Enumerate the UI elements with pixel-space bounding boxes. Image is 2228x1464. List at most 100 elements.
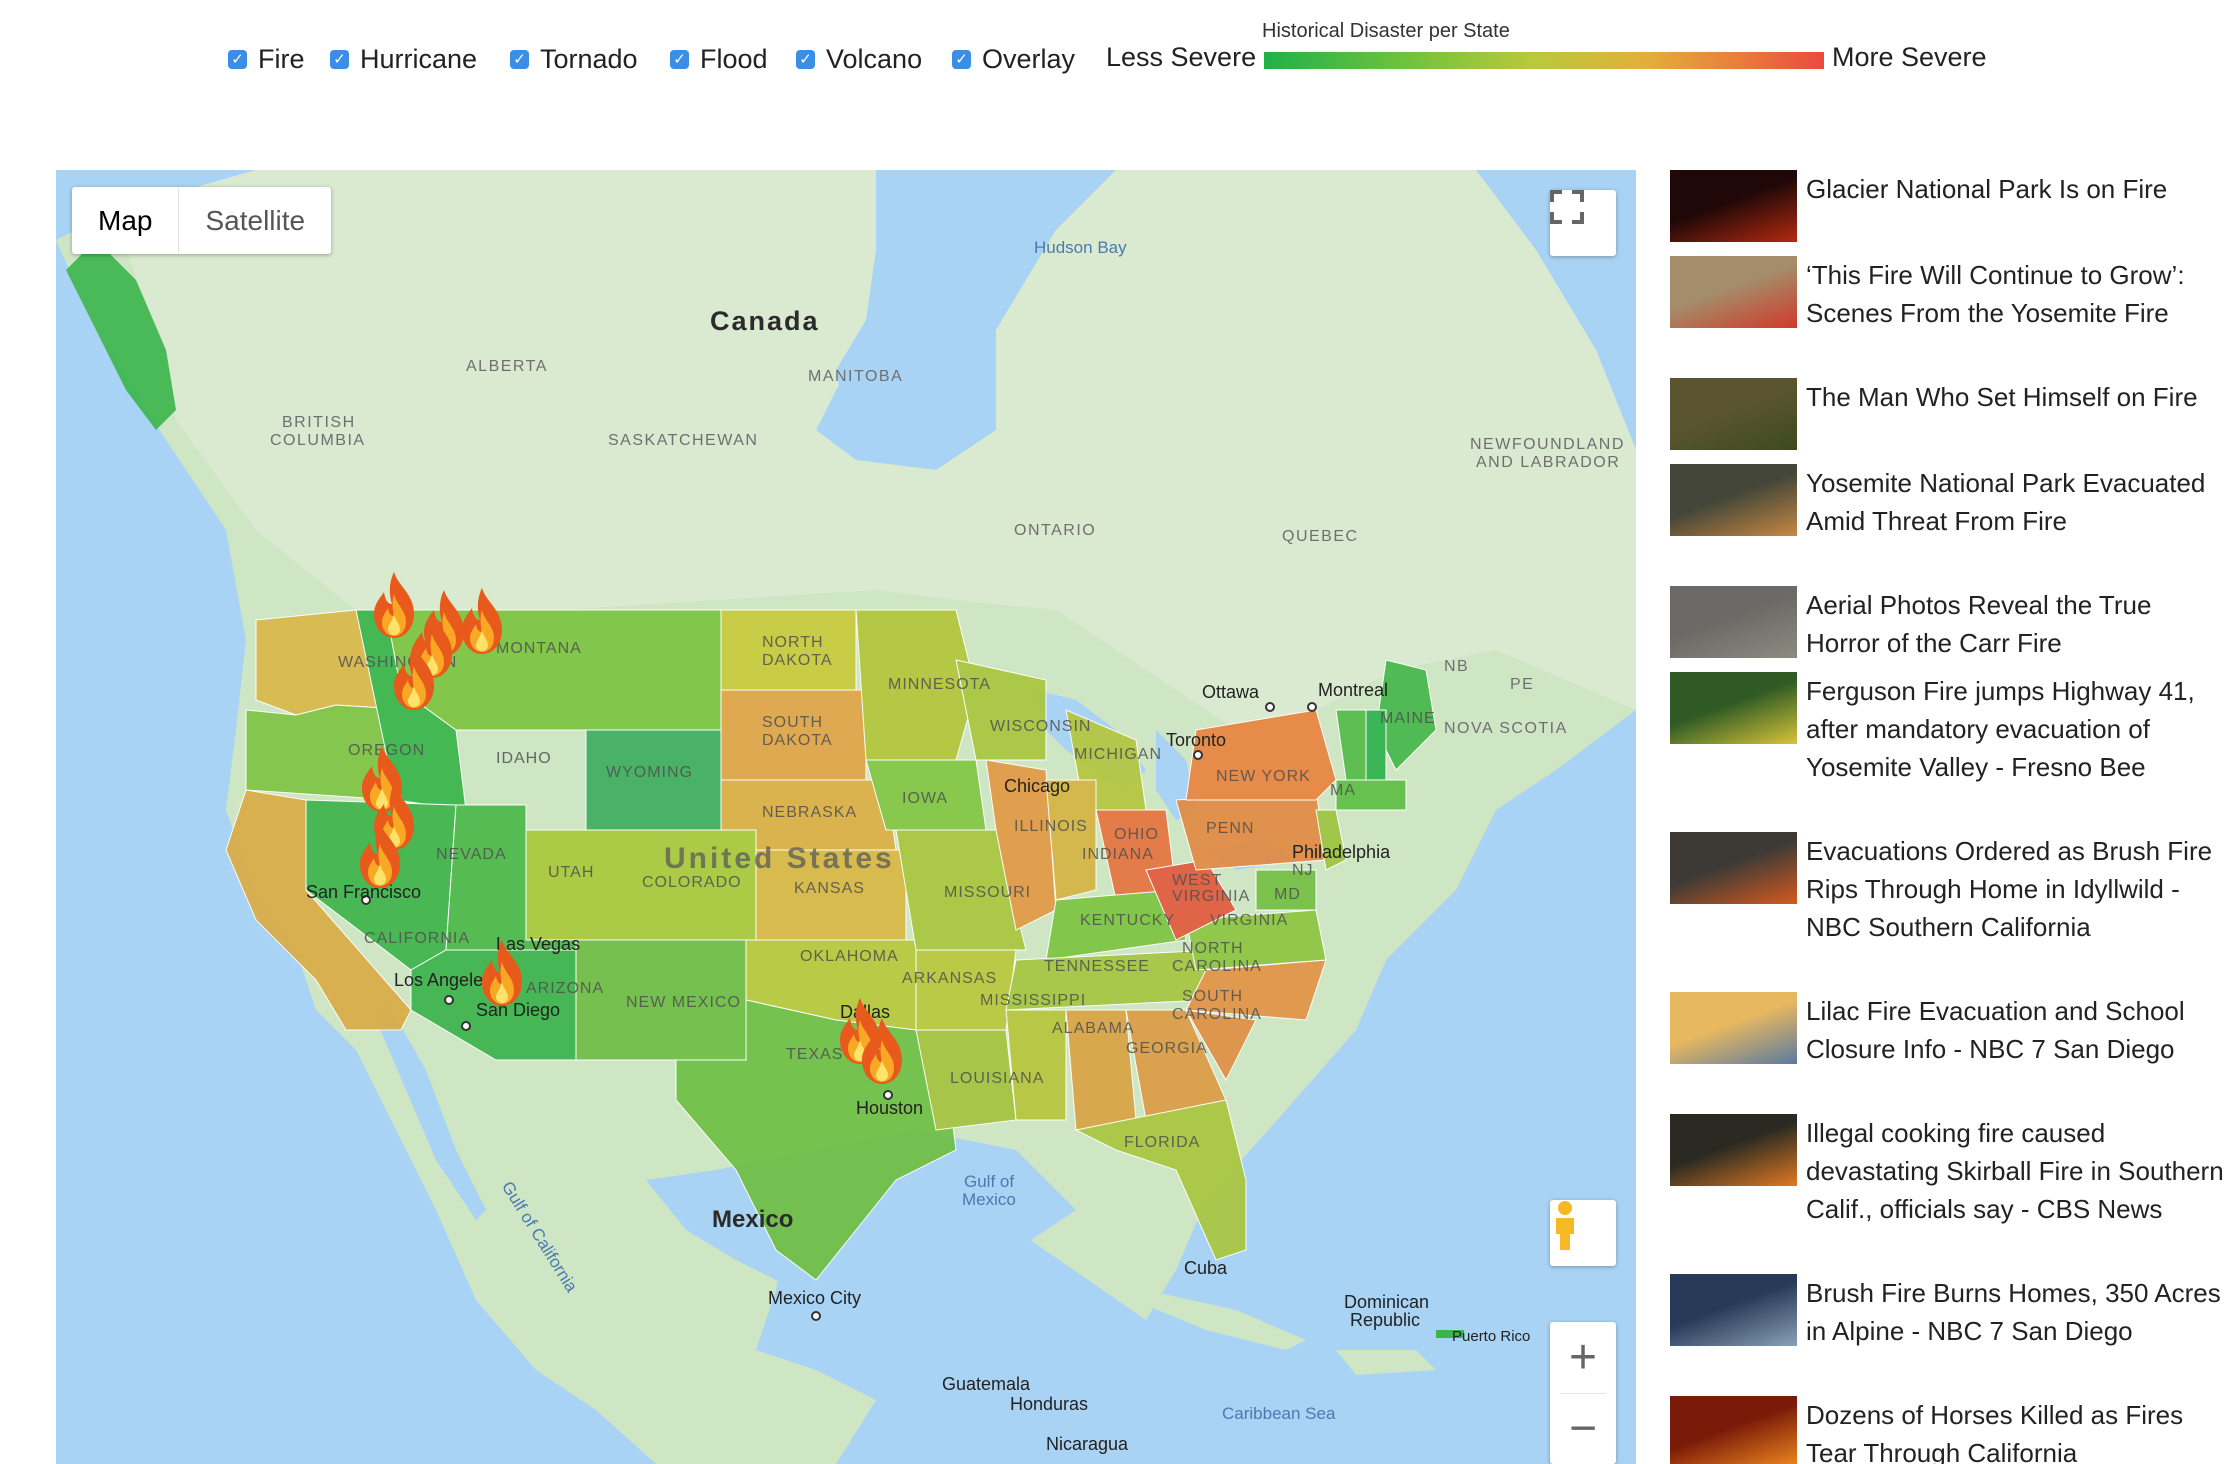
news-title[interactable]: Lilac Fire Evacuation and School Closure… xyxy=(1806,992,2226,1068)
state-label-penn: PENN xyxy=(1206,820,1255,837)
filter-hurricane[interactable]: ✓ Hurricane xyxy=(330,40,477,78)
zoom-in-button[interactable]: + xyxy=(1550,1323,1616,1393)
news-thumbnail[interactable] xyxy=(1670,832,1797,904)
map-type-satellite-button[interactable]: Satellite xyxy=(179,187,331,254)
map-label-mexico-city: Mexico City xyxy=(768,1288,862,1308)
news-thumbnail[interactable] xyxy=(1670,586,1797,658)
map-label-montreal: Montreal xyxy=(1318,680,1389,700)
tornado-checkbox[interactable]: ✓ xyxy=(510,49,529,69)
news-thumbnail[interactable] xyxy=(1670,1114,1797,1186)
map-type-map-button[interactable]: Map xyxy=(72,187,180,254)
state-label-south-c: SOUTH xyxy=(1182,988,1243,1005)
filter-tornado[interactable]: ✓ Tornado xyxy=(510,40,638,78)
filter-overlay-label: Overlay xyxy=(982,43,1076,74)
fire-icon xyxy=(862,1018,902,1084)
state-label-north-carolina: CAROLINA xyxy=(1172,958,1262,975)
city-dot-montreal xyxy=(1307,702,1317,712)
news-thumbnail[interactable] xyxy=(1670,170,1797,242)
news-title[interactable]: Brush Fire Burns Homes, 350 Acres in Alp… xyxy=(1806,1274,2226,1350)
news-title[interactable]: Illegal cooking fire caused devastating … xyxy=(1806,1114,2226,1228)
state-label-idaho: IDAHO xyxy=(496,750,552,767)
zoom-out-button[interactable]: − xyxy=(1550,1394,1616,1464)
news-thumbnail[interactable] xyxy=(1670,992,1797,1064)
map-label-alberta: ALBERTA xyxy=(466,358,548,375)
news-thumbnail[interactable] xyxy=(1670,464,1797,536)
state-label-south: SOUTH xyxy=(762,714,823,731)
news-title[interactable]: Evacuations Ordered as Brush Fire Rips T… xyxy=(1806,832,2226,946)
news-title[interactable]: The Man Who Set Himself on Fire xyxy=(1806,378,2226,416)
state-label-ma: MA xyxy=(1330,782,1356,799)
fullscreen-icon xyxy=(1550,190,1584,224)
map-label-hudson-bay: Hudson Bay xyxy=(1034,238,1127,257)
news-thumbnail[interactable] xyxy=(1670,672,1797,744)
state-label-tennessee: TENNESSEE xyxy=(1044,958,1150,975)
state-label-arizona: ARIZONA xyxy=(526,980,605,997)
map-label-houston: Houston xyxy=(856,1098,924,1118)
fire-marker[interactable] xyxy=(456,586,508,656)
state-label-new-york: NEW YORK xyxy=(1216,768,1311,785)
flood-checkbox[interactable]: ✓ xyxy=(670,49,689,69)
state-label-arkansas: ARKANSAS xyxy=(902,970,998,987)
state-label-minnesota: MINNESOTA xyxy=(888,676,991,693)
map-label-chicago: Chicago xyxy=(1004,776,1071,796)
state-label-louisiana: LOUISIANA xyxy=(950,1070,1045,1087)
fire-icon xyxy=(482,940,522,1006)
filter-hurricane-label: Hurricane xyxy=(360,43,478,74)
fire-icon xyxy=(360,822,400,888)
state-label-california: CALIFORNIA xyxy=(364,930,471,947)
map-label-mexico: Mexico xyxy=(712,1206,794,1233)
city-dot-ottawa xyxy=(1265,702,1275,712)
map-label-toronto: Toronto xyxy=(1166,730,1227,750)
news-thumbnail[interactable] xyxy=(1670,378,1797,450)
news-title[interactable]: Dozens of Horses Killed as Fires Tear Th… xyxy=(1806,1396,2226,1464)
news-title[interactable]: Glacier National Park Is on Fire xyxy=(1806,170,2226,208)
state-label-indiana: INDIANA xyxy=(1082,846,1154,863)
city-dot-sd xyxy=(461,1021,471,1031)
state-label-west-virginia: VIRGINIA xyxy=(1172,888,1251,905)
news-thumbnail[interactable] xyxy=(1670,1396,1797,1464)
filter-flood[interactable]: ✓ Flood xyxy=(670,40,768,78)
filter-volcano[interactable]: ✓ Volcano xyxy=(796,40,922,78)
map-label-cuba: Cuba xyxy=(1184,1258,1228,1278)
news-thumbnail[interactable] xyxy=(1670,1274,1797,1346)
state-label-missouri: MISSOURI xyxy=(944,884,1032,901)
state-label-mississippi: MISSISSIPPI xyxy=(980,992,1087,1009)
fire-checkbox[interactable]: ✓ xyxy=(228,49,247,69)
filter-flood-label: Flood xyxy=(700,43,768,74)
news-title[interactable]: ‘This Fire Will Continue to Grow’: Scene… xyxy=(1806,256,2226,332)
state-ar[interactable] xyxy=(915,949,1017,1031)
map-type-control: Map Satellite xyxy=(72,187,332,254)
filter-tornado-label: Tornado xyxy=(540,43,638,74)
city-dot-mexico-city xyxy=(811,1311,821,1321)
news-title[interactable]: Aerial Photos Reveal the True Horror of … xyxy=(1806,586,2226,662)
map-label-manitoba: MANITOBA xyxy=(808,368,904,385)
fire-marker[interactable] xyxy=(388,642,440,712)
state-label-virginia: VIRGINIA xyxy=(1210,912,1289,929)
map-label-honduras: Honduras xyxy=(1010,1394,1089,1414)
state-label-montana: MONTANA xyxy=(496,640,582,657)
filter-fire-label: Fire xyxy=(258,43,305,74)
news-thumbnail[interactable] xyxy=(1670,256,1797,328)
state-label-md: MD xyxy=(1274,886,1301,903)
map-label-guatemala: Guatemala xyxy=(942,1374,1031,1394)
map-label-nb: NB xyxy=(1444,658,1470,675)
map-label-quebec: QUEBEC xyxy=(1282,528,1359,545)
filter-overlay[interactable]: ✓ Overlay xyxy=(952,40,1075,78)
filter-fire[interactable]: ✓ Fire xyxy=(228,40,305,78)
disaster-map[interactable]: Canada United States Mexico Hudson Bay A… xyxy=(56,170,1636,1464)
street-view-button[interactable] xyxy=(1550,1200,1616,1266)
overlay-checkbox[interactable]: ✓ xyxy=(952,49,971,69)
fullscreen-button[interactable] xyxy=(1550,190,1616,256)
fire-marker[interactable] xyxy=(476,938,528,1008)
news-title[interactable]: Yosemite National Park Evacuated Amid Th… xyxy=(1806,464,2226,540)
fire-marker[interactable] xyxy=(856,1016,908,1086)
severity-gradient-bar xyxy=(1264,52,1824,69)
state-label-georgia: GEORGIA xyxy=(1126,1040,1208,1057)
state-label-ohio: OHIO xyxy=(1114,826,1159,843)
fire-icon xyxy=(394,644,434,710)
hurricane-checkbox[interactable]: ✓ xyxy=(330,49,349,69)
volcano-checkbox[interactable]: ✓ xyxy=(796,49,815,69)
map-label-british: BRITISH xyxy=(282,414,356,431)
news-title[interactable]: Ferguson Fire jumps Highway 41, after ma… xyxy=(1806,672,2226,786)
fire-marker[interactable] xyxy=(354,820,406,890)
